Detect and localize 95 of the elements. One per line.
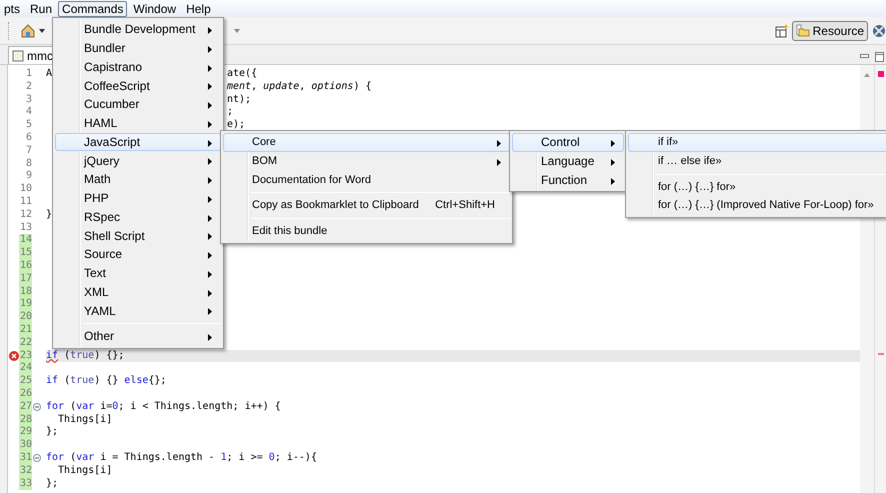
menu-item[interactable]: RSpec [55,208,221,226]
code-line: for (var i=0; i < Things.length; i++) { [46,400,281,412]
line-number: 8 [24,158,32,170]
code-line: if (true) {}; [46,350,124,361]
menu-item[interactable]: for (…) {…} (Improved Native For-Loop) for» [628,196,886,215]
line-number: 23 [19,350,32,362]
menu-bar-item[interactable]: Window [129,0,180,16]
menu-item[interactable]: Copy as Bookmarklet to Clipboard Ctrl+Shift+H [223,196,510,215]
line-number: 21 [19,324,32,337]
code-line: for (var i = Things.length - 1; i >= 0; i--){ [46,452,317,463]
error-marker[interactable] [878,353,884,355]
error-marker[interactable] [878,71,884,77]
menu-item[interactable]: Cucumber [55,95,221,114]
line-number: 5 [24,119,32,132]
menu-item[interactable]: Function [512,170,624,190]
code-line: }; [46,426,58,438]
home-icon[interactable] [20,22,36,38]
line-number: 10 [19,183,32,196]
menu-item[interactable]: Control [512,133,624,152]
line-number: 7 [24,144,32,158]
line-number: 17 [19,272,32,286]
line-number: 29 [19,426,32,440]
line-number: 30 [19,439,32,452]
code-line: if (true) {} else{}; [46,375,166,386]
menu-item[interactable]: PHP [55,188,221,208]
code-line: Things[i] [57,414,112,425]
caret-icon[interactable] [39,28,45,32]
menu-item[interactable]: CoffeeScript [55,76,221,95]
menu-item[interactable]: Math [55,170,221,189]
line-number: 2 [24,80,32,94]
line-number: 22 [19,336,32,350]
tab-title: mmc [27,48,53,64]
code-line: ; [227,106,234,119]
line-number: 4 [24,106,32,120]
scroll-up-icon[interactable] [864,73,870,77]
code-line: A [46,68,52,79]
code-line: Things[i] [57,464,112,476]
menu-item[interactable]: Edit this bundle [223,222,510,241]
menu-item[interactable]: HAML [55,114,221,132]
line-number: 26 [19,388,32,401]
code-line: ment, update, options) { [227,80,372,94]
open-perspective-icon[interactable] [774,24,789,38]
menu-bar-item[interactable]: Commands [58,0,128,16]
code-line: nt); [227,94,252,106]
line-number: 32 [19,464,32,478]
line-number: 28 [19,414,32,426]
menu-item[interactable]: JavaScript [55,132,221,152]
line-number: 24 [19,362,32,376]
menu-item[interactable]: Text [55,264,221,282]
menu-item[interactable]: if … else ife» [628,152,886,170]
line-number: 25 [19,375,32,388]
menu-item[interactable]: YAML [55,301,221,320]
line-number: 11 [19,196,32,209]
line-number: 1 [24,68,32,81]
line-number: 3 [24,94,32,106]
code-line: } [46,208,52,220]
collapse-icon[interactable] [33,454,41,462]
menu-item[interactable]: for (…) {…} for» [628,178,886,196]
menu-bar-item[interactable]: Help [182,0,215,16]
collapse-icon[interactable] [33,403,41,412]
menu-item[interactable]: BOM [223,152,510,170]
line-number: 19 [19,298,32,312]
perspective-button[interactable]: Resource [792,20,868,40]
line-number: 9 [24,170,32,184]
line-number: 27 [19,400,32,414]
menu-item[interactable]: if if» [628,133,886,152]
menu-bar-item[interactable]: Run [26,0,56,16]
line-number: 16 [19,260,32,273]
line-number: 6 [24,132,32,145]
menu-item[interactable]: Core [223,133,510,152]
line-number: 14 [19,234,32,248]
menu-item[interactable]: Shell Script [55,226,221,245]
line-number: 12 [19,208,32,222]
menu-item[interactable]: Bundle Development [55,20,221,39]
menu-item[interactable]: Other [55,327,221,346]
line-number: 18 [19,286,32,298]
folder-icon [796,24,810,37]
menu-item[interactable]: Source [55,245,221,264]
code-line: e); [227,119,246,132]
menu-item[interactable]: Documentation for Word [223,170,510,190]
menu-item[interactable]: Language [512,152,624,170]
line-number: 31 [19,452,32,465]
menu-item[interactable]: jQuery [55,151,221,170]
code-line: }; [46,478,58,488]
line-number: 33 [19,478,32,490]
code-line: ate({ [227,68,258,81]
line-number: 13 [19,222,32,234]
script-icon [12,50,24,62]
debug-icon[interactable] [872,24,886,38]
line-number: 20 [19,311,32,324]
maximize-icon[interactable] [875,52,884,62]
menu-item[interactable]: XML [55,282,221,302]
line-number: 15 [19,247,32,260]
menu-bar-item[interactable]: pts [0,0,24,16]
minimize-icon[interactable] [860,54,869,58]
